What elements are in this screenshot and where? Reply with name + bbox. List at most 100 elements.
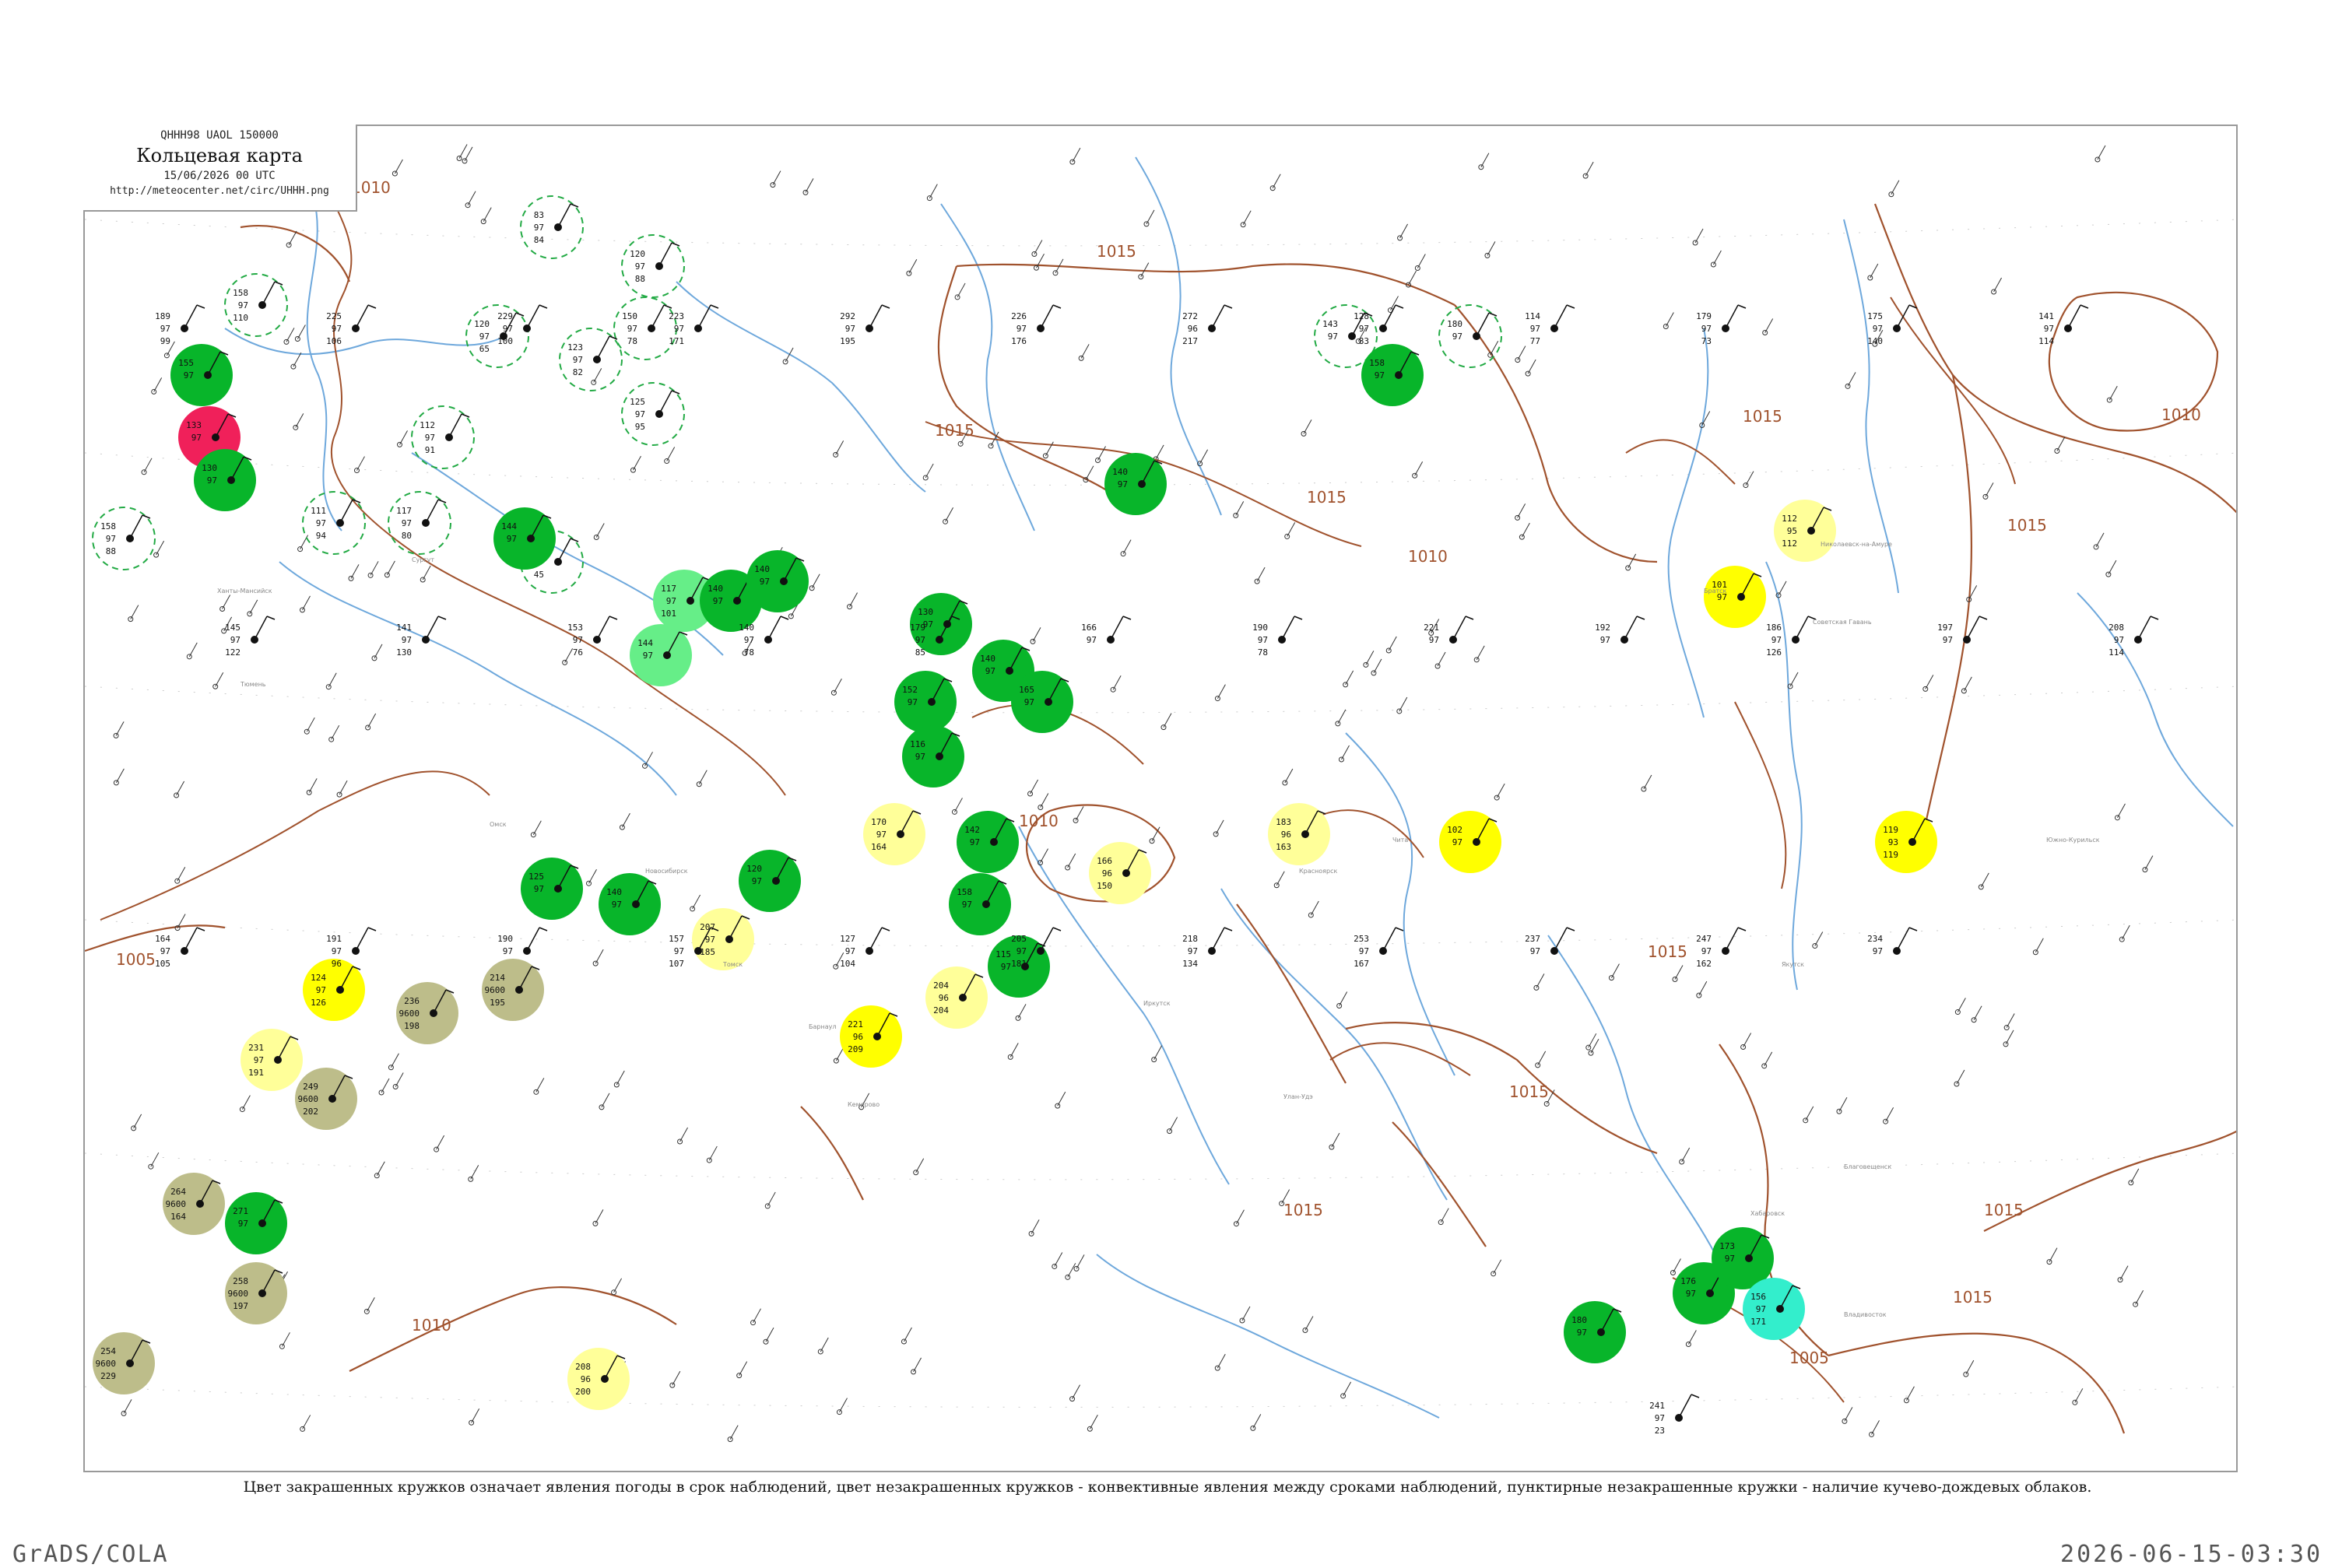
wind-barb: [1211, 304, 1225, 329]
station-plot[interactable]: 186 97 126: [1766, 616, 1817, 658]
station-plot[interactable]: 208 96 200: [567, 1348, 630, 1410]
station-plot[interactable]: 14297: [957, 811, 1019, 873]
station-plot[interactable]: 179 97 73: [1696, 304, 1747, 346]
station-plot[interactable]: 158 97 110: [224, 273, 288, 337]
station-plot[interactable]: 226 97 176: [1011, 304, 1062, 346]
station-plot[interactable]: 292 97 195: [840, 304, 890, 346]
station-plot[interactable]: 123 97 82: [559, 328, 623, 391]
wind-barb: [2067, 304, 2081, 329]
station-plot[interactable]: 225 97 106: [326, 304, 377, 346]
station-plot[interactable]: 164 97 105: [155, 927, 205, 969]
station-plot[interactable]: 247 97 162: [1696, 927, 1747, 969]
station-visibility: 97: [1686, 1289, 1696, 1299]
station-plot[interactable]: 208 97 114: [2109, 616, 2159, 658]
station-plot[interactable]: 14097: [746, 550, 809, 612]
station-plot[interactable]: 23497: [1867, 927, 1918, 956]
station-plot[interactable]: 11697: [902, 725, 964, 788]
station-plot[interactable]: 13097: [194, 449, 256, 511]
station-plot[interactable]: 15897: [949, 873, 1011, 935]
station-plot[interactable]: 183 96 163: [1268, 803, 1330, 865]
station-plot[interactable]: 236 9600 198: [396, 982, 458, 1044]
station-plot[interactable]: 15897: [1361, 344, 1424, 406]
station-temperature: 254: [100, 1346, 116, 1356]
station-plot[interactable]: 19097: [497, 927, 548, 956]
station-plot[interactable]: 111 97 94: [302, 491, 366, 555]
station-plot[interactable]: 190 97 78: [1252, 616, 1303, 658]
station-plot[interactable]: 166 96 150: [1089, 842, 1151, 904]
station-plot[interactable]: 221 96 209: [840, 1005, 902, 1068]
station-plot[interactable]: 15297: [894, 671, 957, 733]
station-plot[interactable]: 14497: [493, 507, 556, 570]
station-plot[interactable]: 18097: [1438, 304, 1502, 368]
station-plot[interactable]: 153 97 76: [567, 616, 618, 658]
station-temperature: 140: [708, 584, 723, 594]
wind-barb: [1110, 616, 1124, 640]
station-plot[interactable]: 16697: [1081, 616, 1132, 645]
station-plot[interactable]: 125 97 95: [621, 382, 685, 446]
synoptic-map[interactable]: 1010 1015 1015 1015 1015 1010 1015 1010 …: [85, 126, 2238, 1472]
station-dewpoint: 96: [332, 959, 342, 969]
station-temperature: 221: [848, 1019, 863, 1030]
station-temperature: 218: [1182, 934, 1198, 944]
station-plot[interactable]: 14097: [599, 873, 661, 935]
station-plot[interactable]: 22197: [1424, 616, 1474, 645]
station-plot[interactable]: 16597: [1011, 671, 1073, 733]
station-plot[interactable]: 27197: [225, 1192, 287, 1254]
station-plot[interactable]: 189 97 99: [155, 304, 205, 346]
station-visibility: 97: [1087, 635, 1097, 645]
station-plot[interactable]: 254 9600 229: [93, 1332, 155, 1394]
station-plot[interactable]: 214 9600 195: [482, 959, 544, 1021]
station-temperature: 119: [1883, 825, 1898, 835]
station-plot[interactable]: 117 97 80: [388, 491, 451, 555]
station-plot[interactable]: 12597: [521, 858, 583, 920]
station-plot[interactable]: 272 96 217: [1182, 304, 1233, 346]
station-plot[interactable]: 127 97 104: [840, 927, 890, 969]
station-plot[interactable]: 229 97 100: [497, 304, 548, 346]
station-plot[interactable]: 12097: [739, 850, 801, 912]
station-plot[interactable]: 112 95 112: [1774, 500, 1836, 562]
station-plot[interactable]: 128 97 83: [1354, 304, 1404, 346]
station-plot[interactable]: 218 97 134: [1182, 927, 1233, 969]
station-plot[interactable]: 120 97 88: [621, 234, 685, 298]
station-plot[interactable]: 141 97 114: [2038, 304, 2089, 346]
station-plot[interactable]: 258 9600 197: [225, 1262, 287, 1324]
wind-barb-feather: [437, 499, 447, 503]
station-visibility: 97: [106, 534, 116, 544]
station-visibility: 97: [845, 946, 855, 956]
station-plot[interactable]: 19297: [1595, 616, 1645, 645]
station-plot[interactable]: 204 96 204: [925, 966, 988, 1029]
station-plot[interactable]: 145 97 122: [225, 616, 276, 658]
wind-barb: [184, 304, 198, 329]
station-plot[interactable]: 253 97 167: [1354, 927, 1404, 969]
station-plot[interactable]: 156 97 171: [1743, 1278, 1805, 1340]
station-plot[interactable]: 170 97 164: [863, 803, 925, 865]
station-dewpoint: 229: [100, 1371, 116, 1381]
station-visibility: 97: [1359, 324, 1369, 334]
station-plot[interactable]: 23797: [1525, 927, 1575, 956]
station-plot[interactable]: 140 97 78: [739, 616, 789, 658]
station-plot[interactable]: 10297: [1439, 811, 1501, 873]
station-temperature: 180: [1447, 319, 1462, 329]
wind-barb-feather: [1224, 927, 1233, 931]
station-plot[interactable]: 83 97 84: [520, 195, 584, 259]
station-plot[interactable]: 119 93 119: [1875, 811, 1937, 873]
station-plot[interactable]: 19797: [1937, 616, 1988, 645]
chart-url[interactable]: http://meteocenter.net/circ/UHHH.png: [83, 185, 356, 197]
station-plot[interactable]: 249 9600 202: [295, 1068, 357, 1130]
station-plot[interactable]: 141 97 130: [396, 616, 447, 658]
station-plot[interactable]: 10197: [1704, 566, 1766, 628]
station-plot[interactable]: 191 97 96: [326, 927, 377, 969]
station-plot[interactable]: 18097: [1564, 1301, 1626, 1363]
station-plot[interactable]: 241 97 23: [1649, 1394, 1700, 1436]
station-plot[interactable]: 14497: [630, 624, 692, 686]
station-plot[interactable]: 114 97 77: [1525, 304, 1575, 346]
station-plot[interactable]: 150 97 78: [613, 296, 677, 360]
station-visibility: 95: [1787, 526, 1797, 536]
station-plot[interactable]: 264 9600 164: [163, 1173, 225, 1235]
station-plot[interactable]: 15597: [170, 344, 233, 406]
station-dewpoint: 162: [1696, 959, 1712, 969]
station-plot[interactable]: 158 97 88: [92, 507, 156, 570]
station-plot[interactable]: 223 97 171: [669, 304, 719, 346]
station-plot[interactable]: 14097: [1104, 453, 1167, 515]
station-plot[interactable]: 231 97 191: [241, 1029, 303, 1091]
